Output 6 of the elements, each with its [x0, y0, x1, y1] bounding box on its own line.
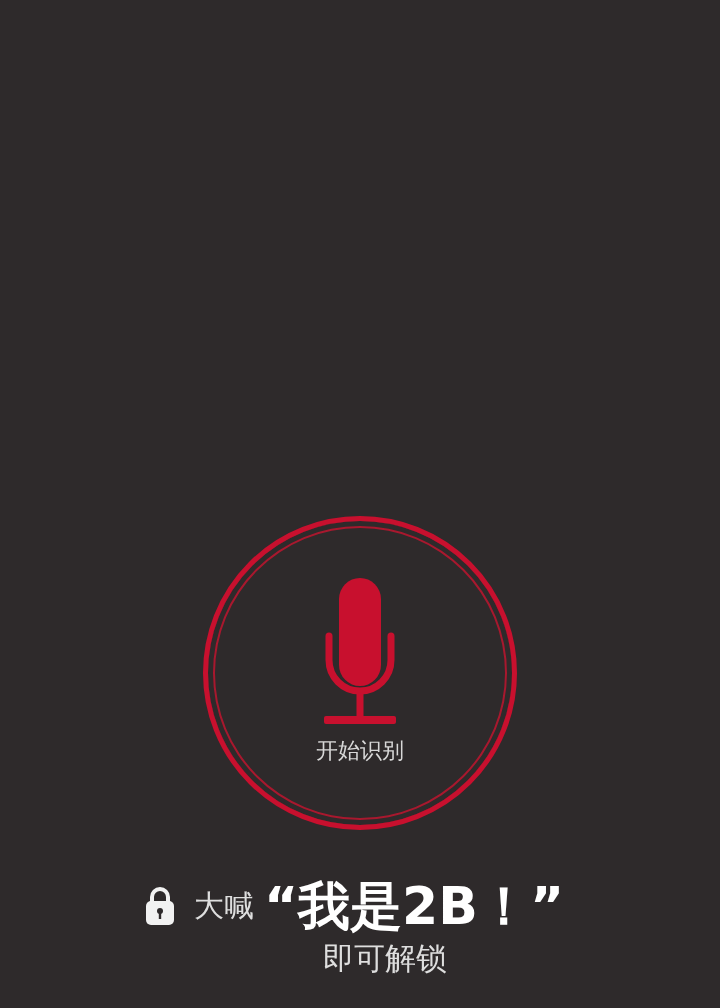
microphone-icon: [322, 578, 398, 724]
unlock-phrase: “我是2B！”: [263, 876, 565, 936]
voice-button[interactable]: 开始识别: [203, 516, 517, 830]
prompt-lead: 大喊: [193, 886, 254, 925]
prompt-tail: 即可解锁: [323, 939, 447, 978]
lock-icon: [145, 887, 174, 925]
